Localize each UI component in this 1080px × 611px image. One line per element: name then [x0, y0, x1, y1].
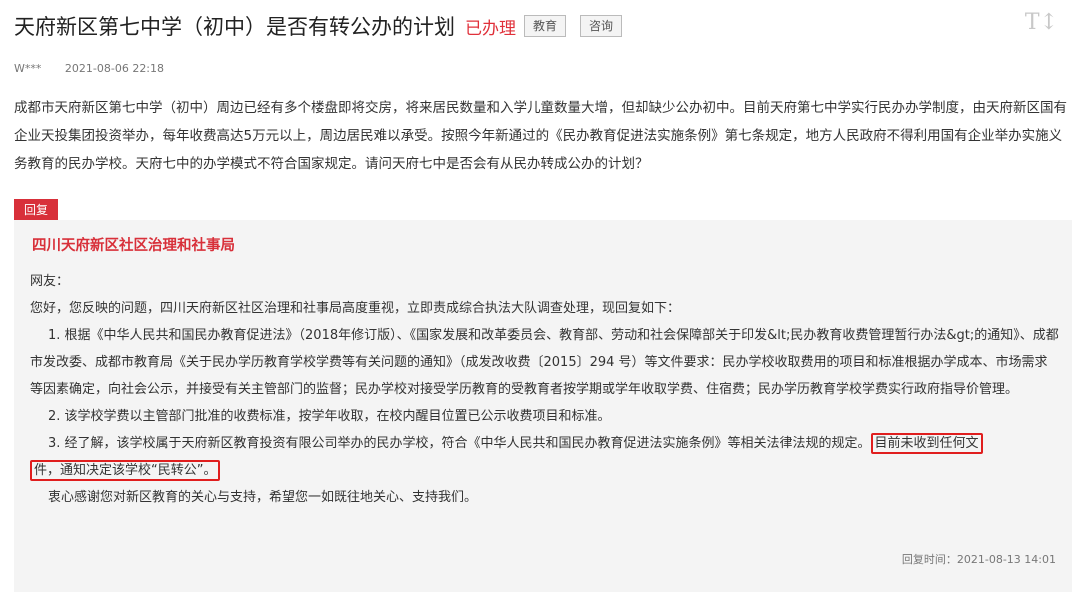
reply-greeting: 网友：	[30, 274, 70, 289]
highlight-box-b: 件，通知决定该学校“民转公”。	[30, 460, 221, 481]
reply-box: 四川天府新区社区治理和社事局 网友： 您好，您反映的问题，四川天府新区社区治理和…	[14, 220, 1072, 592]
author-name: W***	[14, 62, 42, 75]
reply-item-3-lead: 3. 经了解，该学校属于天府新区教育投资有限公司举办的民办学校，符合《中华人民共…	[48, 436, 871, 451]
question-body: 成都市天府新区第七中学（初中）周边已经有多个楼盘即将交房，将来居民数量和入学儿童…	[14, 100, 1067, 172]
reply-item-1: 1. 根据《中华人民共和国民办教育促进法》（2018年修订版）、《国家发展和改革…	[30, 328, 1059, 397]
reply-closing: 衷心感谢您对新区教育的关心与支持，希望您一如既往地关心、支持我们。	[48, 490, 478, 505]
reply-time: 回复时间：2021-08-13 14:01	[902, 551, 1056, 567]
reply-body: 网友： 您好，您反映的问题，四川天府新区社区治理和社事局高度重视，立即责成综合执…	[30, 268, 1060, 511]
tag-inquiry[interactable]: 咨询	[580, 15, 623, 37]
page-title: 天府新区第七中学（初中）是否有转公办的计划	[14, 15, 455, 39]
status-label: 已办理	[465, 18, 516, 39]
tag-education[interactable]: 教育	[524, 15, 567, 37]
highlight-box-a: 目前未收到任何文	[870, 433, 983, 454]
post-datetime: 2021-08-06 22:18	[64, 62, 165, 75]
post-meta: W*** 2021-08-06 22:18	[14, 62, 164, 75]
font-size-toggle-icon[interactable]: T↕	[1025, 10, 1058, 35]
reply-badge: 回复	[14, 199, 59, 221]
reply-time-label: 回复时间：	[901, 553, 957, 566]
reply-intro: 您好，您反映的问题，四川天府新区社区治理和社事局高度重视，立即责成综合执法大队调…	[30, 301, 681, 316]
reply-department: 四川天府新区社区治理和社事局	[32, 238, 235, 254]
reply-item-2: 2. 该学校学费以主管部门批准的收费标准，按学年收取，在校内醒目位置已公示收费项…	[48, 409, 611, 424]
reply-time-value: 2021-08-13 14:01	[956, 553, 1056, 566]
reply-item-3: 3. 经了解，该学校属于天府新区教育投资有限公司举办的民办学校，符合《中华人民共…	[30, 430, 1060, 484]
title-row: 天府新区第七中学（初中）是否有转公办的计划 已办理 教育 咨询	[14, 10, 623, 42]
